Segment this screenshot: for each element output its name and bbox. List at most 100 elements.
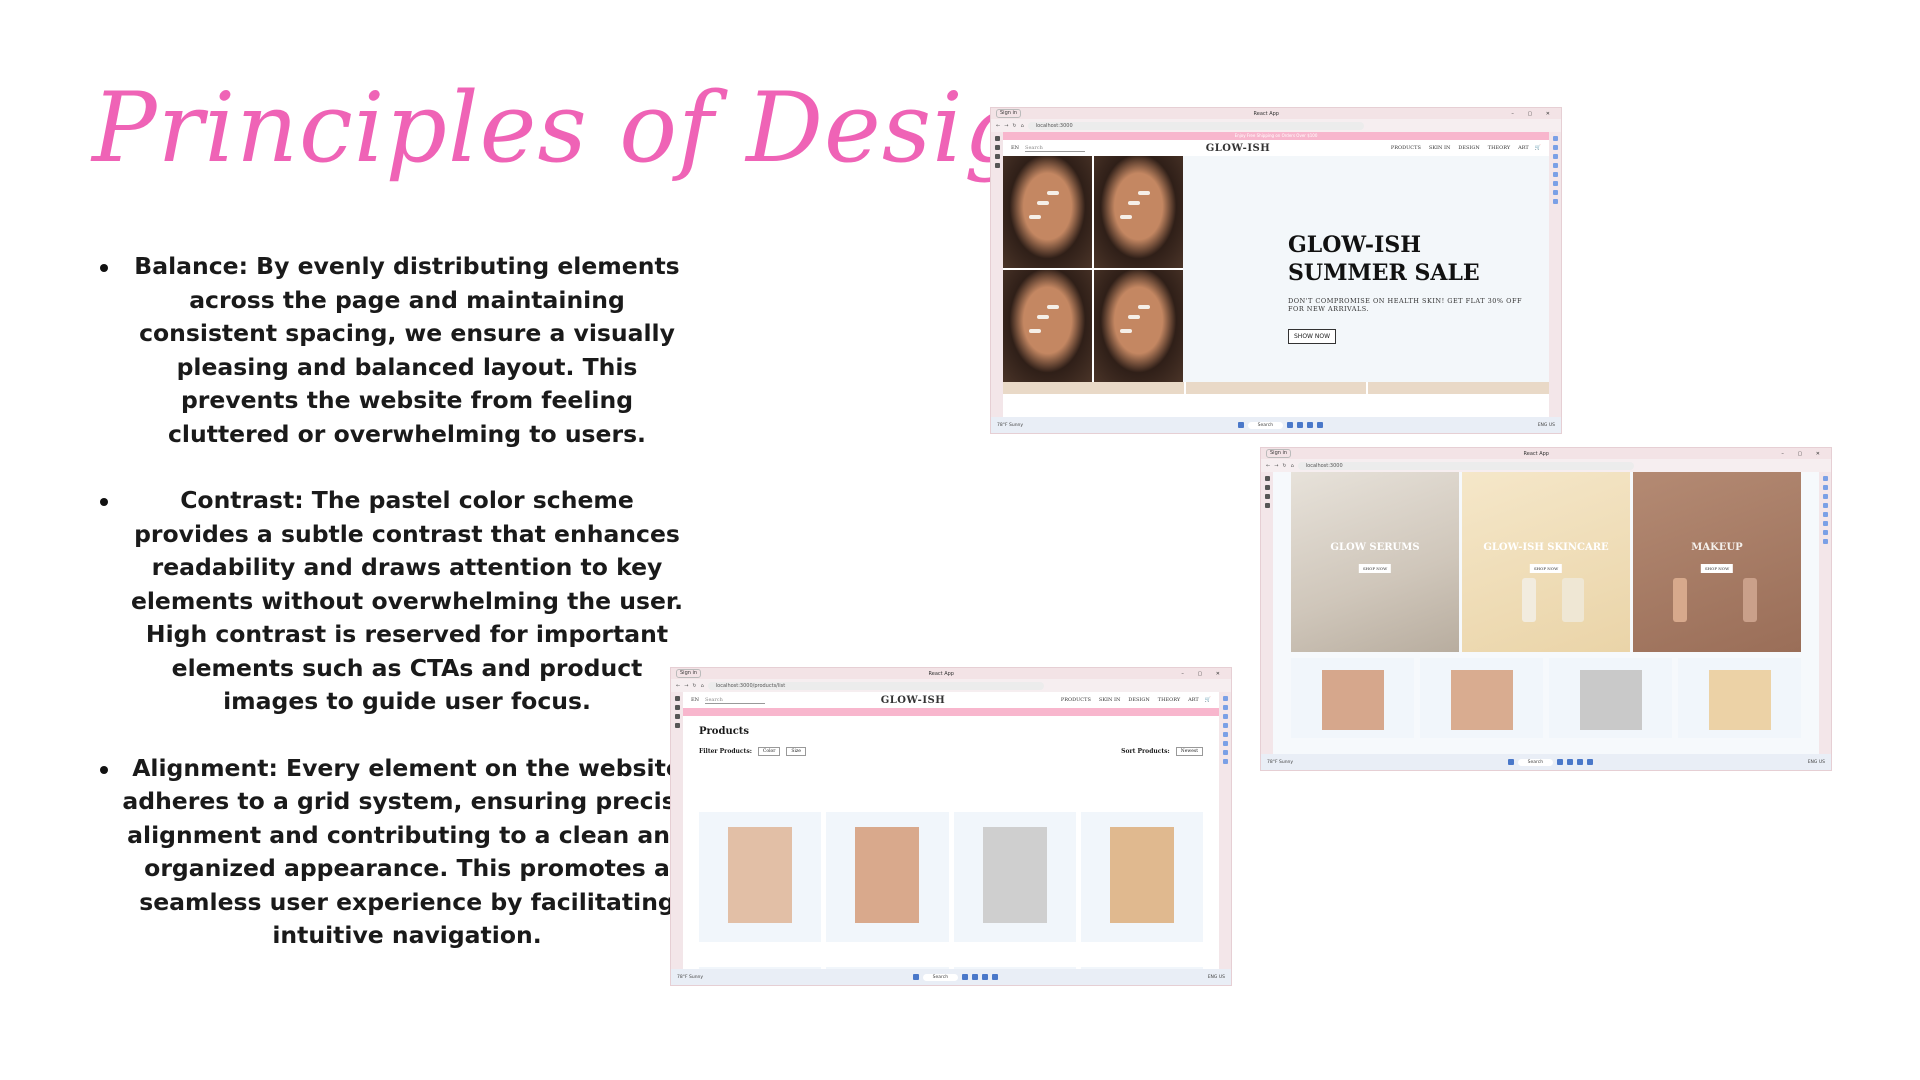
address-bar[interactable]: localhost:3000: [1297, 461, 1634, 470]
nav-link[interactable]: PRODUCTS: [1391, 145, 1421, 151]
nav-link[interactable]: ART: [1188, 697, 1199, 703]
language-selector[interactable]: EN: [691, 697, 699, 703]
window-controls-icon[interactable]: – ▢ ✕: [1781, 451, 1826, 457]
app-icon[interactable]: [1587, 759, 1594, 765]
app-icon[interactable]: [972, 974, 979, 980]
brand-logo[interactable]: GLOW-ISH: [1091, 143, 1385, 154]
model-photo: [1094, 156, 1183, 268]
shop-now-button[interactable]: SHOP NOW: [1529, 564, 1563, 573]
home-icon[interactable]: ⌂: [1291, 463, 1294, 469]
product-card[interactable]: [1678, 658, 1801, 738]
bullet-text: Contrast: The pastel color scheme provid…: [130, 486, 684, 715]
taskbar-language[interactable]: ENG US: [1538, 423, 1555, 428]
model-photo: [1003, 156, 1092, 268]
site-search-input[interactable]: Search: [1025, 145, 1086, 152]
reload-icon[interactable]: ↻: [1012, 123, 1016, 129]
profile-tab[interactable]: Sign in: [676, 669, 702, 678]
forward-icon[interactable]: →: [684, 683, 688, 689]
product-card[interactable]: [1080, 812, 1203, 942]
address-bar[interactable]: localhost:3000/products/list: [707, 681, 1044, 690]
forward-icon[interactable]: →: [1004, 123, 1008, 129]
window-controls-icon[interactable]: – ▢ ✕: [1511, 111, 1556, 117]
sort-select[interactable]: Newest: [1175, 747, 1203, 756]
nav-link[interactable]: THEORY: [1488, 145, 1510, 151]
weather-widget[interactable]: 78°F Sunny: [677, 975, 703, 980]
app-icon[interactable]: [992, 974, 999, 980]
nav-link[interactable]: DESIGN: [1128, 697, 1149, 703]
taskbar-search[interactable]: Search: [1517, 758, 1554, 766]
app-icon[interactable]: [1297, 422, 1304, 428]
language-selector[interactable]: EN: [1011, 145, 1019, 151]
profile-tab[interactable]: Sign in: [996, 109, 1022, 118]
hero-photo-grid: [1003, 156, 1183, 382]
browser-urlbar: ← → ↻ ⌂ localhost:3000: [991, 119, 1561, 132]
screenshot-categories: Sign in React App – ▢ ✕ ← → ↻ ⌂ localhos…: [1260, 447, 1832, 771]
category-label: GLOW SERUMS: [1330, 542, 1420, 553]
start-icon[interactable]: [1237, 422, 1244, 428]
nav-link[interactable]: SKIN IN: [1429, 145, 1450, 151]
app-icon[interactable]: [1307, 422, 1314, 428]
app-icon[interactable]: [1577, 759, 1584, 765]
size-filter-select[interactable]: Size: [786, 747, 806, 756]
nav-link[interactable]: PRODUCTS: [1061, 697, 1091, 703]
hero-banner: GLOW-ISH SUMMER SALE DON'T COMPROMISE ON…: [1003, 156, 1549, 382]
category-card[interactable]: GLOW-ISH SKINCARE SHOP NOW: [1462, 472, 1630, 652]
shop-now-button[interactable]: SHOP NOW: [1700, 564, 1734, 573]
taskbar-search[interactable]: Search: [1247, 421, 1284, 429]
category-card[interactable]: GLOW SERUMS SHOP NOW: [1291, 472, 1459, 652]
home-icon[interactable]: ⌂: [701, 683, 704, 689]
site-page: EN Search GLOW-ISH PRODUCTS SKIN IN DESI…: [683, 692, 1219, 969]
window-title: React App: [1253, 110, 1279, 117]
app-icon[interactable]: [982, 974, 989, 980]
product-card[interactable]: [1291, 658, 1414, 738]
nav-link[interactable]: DESIGN: [1458, 145, 1479, 151]
nav-link[interactable]: SKIN IN: [1099, 697, 1120, 703]
app-icon[interactable]: [962, 974, 969, 980]
cart-icon[interactable]: 🛒: [1205, 697, 1211, 703]
start-icon[interactable]: [912, 974, 919, 980]
bullet-text: Alignment: Every element on the website …: [122, 753, 692, 950]
show-now-button[interactable]: SHOW NOW: [1288, 329, 1337, 344]
hero-subtitle: DON'T COMPROMISE ON HEALTH SKIN! GET FLA…: [1288, 297, 1523, 313]
app-icon[interactable]: [1287, 422, 1294, 428]
app-icon[interactable]: [1557, 759, 1564, 765]
taskbar-language[interactable]: ENG US: [1208, 975, 1225, 980]
bullet-alignment: Alignment: Every element on the website …: [92, 752, 692, 953]
product-card[interactable]: [699, 812, 822, 942]
app-icon[interactable]: [1317, 422, 1324, 428]
taskbar-search[interactable]: Search: [922, 973, 959, 981]
product-card[interactable]: [1420, 658, 1543, 738]
sort-label: Sort Products:: [1121, 748, 1170, 755]
window-controls-icon[interactable]: – ▢ ✕: [1181, 671, 1226, 677]
app-icon[interactable]: [1567, 759, 1574, 765]
weather-widget[interactable]: 78°F Sunny: [997, 423, 1023, 428]
home-icon[interactable]: ⌂: [1021, 123, 1024, 129]
site-page: Enjoy Free Shipping on Orders Over $100 …: [1003, 132, 1549, 417]
brand-logo[interactable]: GLOW-ISH: [771, 695, 1055, 706]
forward-icon[interactable]: →: [1274, 463, 1278, 469]
bullet-contrast: Contrast: The pastel color scheme provid…: [92, 484, 692, 719]
start-icon[interactable]: [1507, 759, 1514, 765]
reload-icon[interactable]: ↻: [1282, 463, 1286, 469]
category-card[interactable]: MAKEUP SHOP NOW: [1633, 472, 1801, 652]
windows-taskbar: 78°F Sunny Search ENG US: [991, 417, 1561, 433]
taskbar-language[interactable]: ENG US: [1808, 760, 1825, 765]
site-search-input[interactable]: Search: [705, 697, 766, 704]
profile-tab[interactable]: Sign in: [1266, 449, 1292, 458]
address-bar[interactable]: localhost:3000: [1027, 121, 1364, 130]
nav-links: PRODUCTS SKIN IN DESIGN THEORY ART: [1061, 697, 1199, 703]
nav-link[interactable]: ART: [1518, 145, 1529, 151]
back-icon[interactable]: ←: [676, 683, 680, 689]
product-card[interactable]: [1549, 658, 1672, 738]
reload-icon[interactable]: ↻: [692, 683, 696, 689]
back-icon[interactable]: ←: [996, 123, 1000, 129]
shop-now-button[interactable]: SHOP NOW: [1358, 564, 1392, 573]
product-card[interactable]: [826, 812, 949, 942]
back-icon[interactable]: ←: [1266, 463, 1270, 469]
product-card[interactable]: [953, 812, 1076, 942]
window-title: React App: [1523, 450, 1549, 457]
cart-icon[interactable]: 🛒: [1535, 145, 1541, 151]
color-filter-select[interactable]: Color: [757, 747, 781, 756]
nav-link[interactable]: THEORY: [1158, 697, 1180, 703]
weather-widget[interactable]: 78°F Sunny: [1267, 760, 1293, 765]
